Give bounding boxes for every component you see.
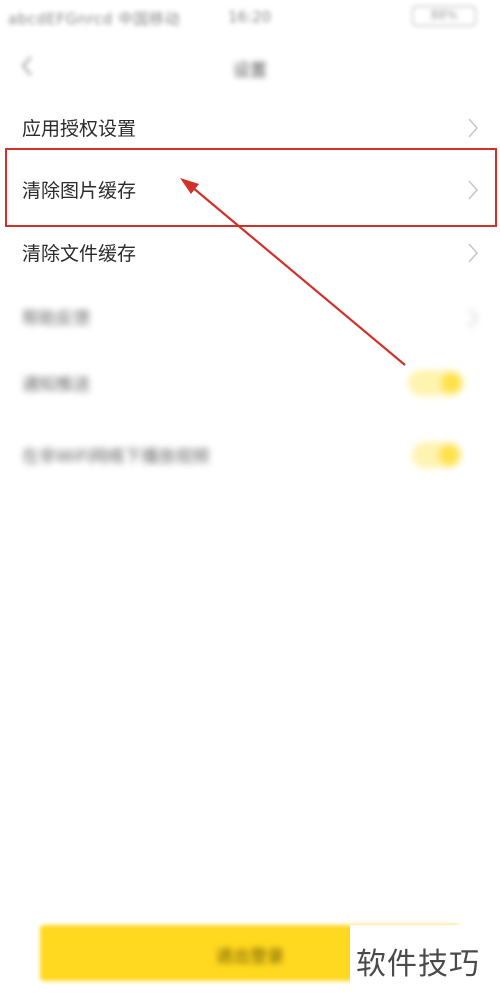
settings-item-label: 应用授权设置: [22, 118, 137, 140]
watermark: 软件技巧: [350, 925, 500, 987]
settings-item-clear-file-cache[interactable]: 清除文件缓存: [0, 221, 500, 285]
toggle-knob: [439, 445, 459, 465]
settings-item-autoplay-video: 在非WiFi网络下播放视频: [0, 424, 500, 488]
header: 设置: [0, 36, 500, 98]
annotation-highlight-box: [5, 148, 497, 227]
chevron-right-icon: [466, 116, 480, 140]
settings-item-label: 帮助反馈: [22, 309, 90, 329]
settings-item-notifications: 通知推送: [0, 352, 500, 416]
page-title: 设置: [233, 61, 267, 81]
settings-item-help-feedback[interactable]: 帮助反馈: [0, 286, 500, 350]
carrier-label: abcdEFGnrcd 中国移动: [8, 10, 181, 28]
chevron-right-icon: [466, 306, 480, 330]
notifications-toggle[interactable]: [408, 370, 464, 396]
watermark-text: 软件技巧: [356, 947, 480, 982]
autoplay-toggle[interactable]: [412, 442, 462, 468]
settings-item-label: 清除文件缓存: [22, 243, 137, 265]
status-bar: abcdEFGnrcd 中国移动 16:20 88%: [0, 0, 500, 36]
chevron-right-icon: [466, 241, 480, 265]
settings-item-label: 在非WiFi网络下播放视频: [22, 447, 210, 467]
settings-item-label: 通知推送: [22, 375, 90, 395]
toggle-knob: [441, 373, 461, 393]
status-time: 16:20: [228, 8, 272, 26]
battery-icon: 88%: [412, 6, 476, 26]
